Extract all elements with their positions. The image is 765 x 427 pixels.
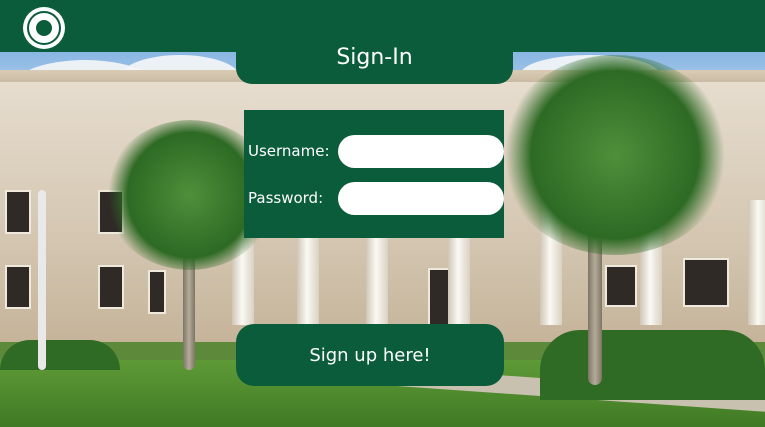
signup-button[interactable]: Sign up here! [236, 324, 504, 386]
password-label: Password: [248, 189, 324, 207]
building-window [683, 258, 729, 307]
password-input[interactable] [338, 182, 504, 215]
building-column [366, 230, 388, 325]
building-column [748, 200, 765, 325]
building-window [148, 270, 166, 314]
building-window [605, 265, 637, 307]
building-window [5, 190, 31, 234]
palm-leaves [500, 55, 730, 255]
hedge [0, 340, 120, 370]
building-window [98, 265, 124, 309]
building-column [297, 230, 319, 325]
university-seal-icon [23, 7, 65, 49]
building-column [448, 230, 470, 325]
lamp-post [38, 190, 46, 370]
page-title-tab: Sign-In [236, 30, 513, 84]
building-window [5, 265, 31, 309]
seal-ring [27, 11, 61, 45]
username-label: Username: [248, 142, 330, 160]
seal-center [36, 20, 52, 36]
login-panel: Username: Password: [244, 110, 504, 238]
hedge [540, 330, 765, 400]
building-door [428, 268, 450, 327]
page-title: Sign-In [336, 44, 413, 70]
username-input[interactable] [338, 135, 504, 168]
